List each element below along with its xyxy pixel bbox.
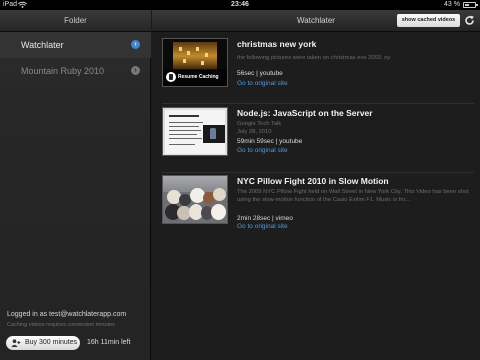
video-title: Node.js: JavaScript on the Server <box>237 108 373 118</box>
video-description: The 2009 NYC Pillow Fight held on Wall S… <box>237 189 469 203</box>
original-site-link[interactable]: Go to original site <box>237 80 288 87</box>
battery-percent: 43 % <box>444 1 460 8</box>
video-meta: 59min 59sec | youtube <box>237 138 303 145</box>
folder-sidebar: Folder Watchlater › Mountain Ruby 2010 ›… <box>0 10 151 360</box>
row-divider <box>162 103 474 104</box>
time-left: 16h 11min left <box>87 339 131 346</box>
clock: 23:46 <box>231 1 249 8</box>
chevron-right-icon: › <box>131 66 140 75</box>
sidebar-title: Folder <box>0 10 151 32</box>
refresh-icon[interactable] <box>463 14 476 27</box>
watchlater-panel: Watchlater show cached videos Resume Cac… <box>152 10 480 360</box>
video-title: christmas new york <box>237 39 317 49</box>
main-header: Watchlater show cached videos <box>152 10 480 32</box>
original-site-link[interactable]: Go to original site <box>237 147 288 154</box>
add-user-icon <box>11 339 21 347</box>
video-item[interactable]: Node.js: JavaScript on the Server Google… <box>152 107 480 173</box>
status-bar: iPad 23:46 43 % <box>0 0 480 10</box>
video-item[interactable]: NYC Pillow Fight 2010 in Slow Motion The… <box>152 175 480 241</box>
video-description: the following pictures were taken on chr… <box>237 55 391 61</box>
buy-minutes-button[interactable]: Buy 300 minutes <box>6 336 80 350</box>
resume-caching-label: Resume Caching <box>178 74 219 80</box>
video-date: July 28, 2010 <box>237 129 272 135</box>
buy-button-label: Buy 300 minutes <box>25 339 78 346</box>
video-meta: 56sec | youtube <box>237 70 283 77</box>
app-screen: { "status_bar": { "carrier": "iPad", "ti… <box>0 0 480 360</box>
folder-item-mountain-ruby[interactable]: Mountain Ruby 2010 › <box>0 58 151 84</box>
video-title: NYC Pillow Fight 2010 in Slow Motion <box>237 176 389 186</box>
video-meta: 2min 28sec | vimeo <box>237 215 293 222</box>
show-cached-videos-button[interactable]: show cached videos <box>397 14 460 27</box>
video-subtitle: Google Tech Talk <box>237 121 282 127</box>
original-site-link[interactable]: Go to original site <box>237 223 288 230</box>
video-thumbnail[interactable]: Resume Caching <box>162 38 228 87</box>
row-divider <box>162 172 474 173</box>
video-item[interactable]: Resume Caching christmas new york the fo… <box>152 38 480 104</box>
caching-note: Caching videos requires conversion minut… <box>7 322 115 328</box>
login-status: Logged in as test@watchlaterapp.com <box>7 311 127 318</box>
resume-caching-icon[interactable] <box>166 72 176 82</box>
battery-icon <box>463 2 478 8</box>
folder-item-label: Mountain Ruby 2010 <box>21 66 105 76</box>
video-thumbnail[interactable] <box>162 175 228 224</box>
chevron-right-icon: › <box>131 40 140 49</box>
video-thumbnail[interactable] <box>162 107 228 156</box>
folder-item-watchlater[interactable]: Watchlater › <box>0 32 151 58</box>
folder-item-label: Watchlater <box>21 40 64 50</box>
